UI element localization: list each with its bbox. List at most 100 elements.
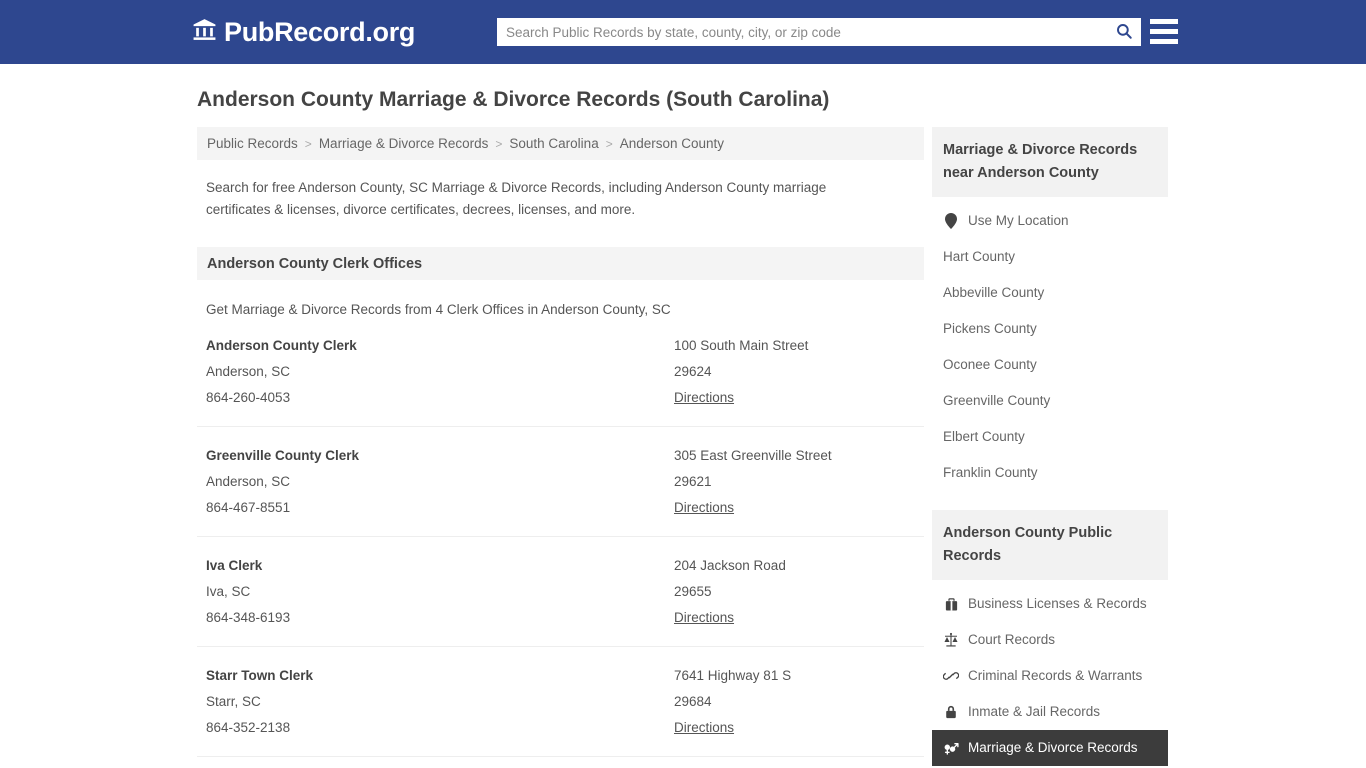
office-zip: 29655 bbox=[674, 584, 712, 600]
briefcase-icon bbox=[943, 596, 959, 612]
sidebar-item-abbeville-county[interactable]: Abbeville County bbox=[932, 275, 1168, 311]
sidebar-public-records-list: Business Licenses & Records Court Record… bbox=[932, 586, 1168, 767]
office-city-state: Starr, SC bbox=[206, 694, 261, 710]
hamburger-bar bbox=[1150, 39, 1178, 44]
office-phone: 864-352-2138 bbox=[206, 720, 291, 736]
entry-primary-column: Greenville County Clerk Anderson, SC 864… bbox=[206, 443, 674, 521]
breadcrumb-item-marriage-divorce-records[interactable]: Marriage & Divorce Records bbox=[319, 136, 489, 151]
entry-primary-column: Starr Town Clerk Starr, SC 864-352-2138 bbox=[206, 663, 674, 741]
sidebar: Marriage & Divorce Records near Anderson… bbox=[932, 127, 1168, 767]
office-zip: 29684 bbox=[674, 694, 712, 710]
table-row: Iva Clerk Iva, SC 864-348-6193 204 Jacks… bbox=[197, 537, 924, 648]
sidebar-item-label: Pickens County bbox=[943, 321, 1037, 337]
hamburger-bar bbox=[1150, 19, 1178, 24]
office-zip: 29621 bbox=[674, 474, 712, 490]
entry-address-column: 100 South Main Street 29624 Directions bbox=[674, 333, 915, 411]
site-logo[interactable]: PubRecord.org bbox=[192, 17, 415, 47]
sidebar-item-pickens-county[interactable]: Pickens County bbox=[932, 311, 1168, 347]
handcuffs-icon bbox=[943, 668, 959, 684]
sidebar-item-franklin-county[interactable]: Franklin County bbox=[932, 455, 1168, 491]
content-columns: Public Records > Marriage & Divorce Reco… bbox=[197, 127, 1366, 768]
sidebar-item-label: Hart County bbox=[943, 249, 1016, 265]
office-zip: 29624 bbox=[674, 364, 712, 380]
sidebar-item-business-licenses[interactable]: Business Licenses & Records bbox=[932, 586, 1168, 622]
gender-symbols-icon bbox=[943, 740, 959, 756]
sidebar-item-label: Marriage & Divorce Records bbox=[968, 740, 1138, 756]
sidebar-item-criminal-records[interactable]: Criminal Records & Warrants bbox=[932, 658, 1168, 694]
breadcrumb-item-south-carolina[interactable]: South Carolina bbox=[509, 136, 598, 151]
sidebar-item-label: Court Records bbox=[968, 632, 1056, 648]
entry-address-column: 305 East Greenville Street 29621 Directi… bbox=[674, 443, 915, 521]
office-street: 100 South Main Street bbox=[674, 338, 809, 354]
entry-primary-column: Iva Clerk Iva, SC 864-348-6193 bbox=[206, 553, 674, 631]
main-content: Public Records > Marriage & Divorce Reco… bbox=[197, 127, 924, 768]
site-logo-text: PubRecord.org bbox=[224, 16, 416, 47]
directions-link[interactable]: Directions bbox=[674, 385, 734, 411]
search-input[interactable] bbox=[497, 18, 1107, 46]
office-street: 305 East Greenville Street bbox=[674, 448, 832, 464]
search-bar[interactable] bbox=[497, 18, 1141, 46]
office-name[interactable]: Starr Town Clerk bbox=[206, 663, 674, 689]
sidebar-item-label: Criminal Records & Warrants bbox=[968, 668, 1143, 684]
bank-institution-icon bbox=[192, 17, 217, 47]
office-city-state: Anderson, SC bbox=[206, 474, 291, 490]
sidebar-item-label: Use My Location bbox=[968, 213, 1069, 229]
table-row: Anderson County Clerk Anderson, SC 864-2… bbox=[197, 317, 924, 428]
section-heading-clerk-offices: Anderson County Clerk Offices bbox=[197, 247, 924, 281]
entry-address-column: 204 Jackson Road 29655 Directions bbox=[674, 553, 915, 631]
page-body: Anderson County Marriage & Divorce Recor… bbox=[0, 64, 1366, 768]
sidebar-item-court-records[interactable]: Court Records bbox=[932, 622, 1168, 658]
table-row: Greenville County Clerk Anderson, SC 864… bbox=[197, 427, 924, 538]
map-pin-icon bbox=[943, 213, 959, 230]
sidebar-item-greenville-county[interactable]: Greenville County bbox=[932, 383, 1168, 419]
sidebar-item-elbert-county[interactable]: Elbert County bbox=[932, 419, 1168, 455]
sidebar-panel-heading-public-records: Anderson County Public Records bbox=[932, 510, 1168, 581]
entry-primary-column: Anderson County Clerk Anderson, SC 864-2… bbox=[206, 333, 674, 411]
breadcrumb-separator: > bbox=[605, 136, 613, 151]
lock-icon bbox=[943, 704, 959, 720]
breadcrumb: Public Records > Marriage & Divorce Reco… bbox=[197, 127, 924, 161]
sidebar-item-label: Abbeville County bbox=[943, 285, 1045, 301]
sidebar-item-label: Inmate & Jail Records bbox=[968, 704, 1101, 720]
breadcrumb-item-public-records[interactable]: Public Records bbox=[207, 136, 298, 151]
office-city-state: Iva, SC bbox=[206, 584, 251, 600]
office-name[interactable]: Greenville County Clerk bbox=[206, 443, 674, 469]
sidebar-item-label: Business Licenses & Records bbox=[968, 596, 1147, 612]
office-street: 7641 Highway 81 S bbox=[674, 668, 792, 684]
breadcrumb-separator: > bbox=[304, 136, 312, 151]
sidebar-item-label: Greenville County bbox=[943, 393, 1051, 409]
site-header: PubRecord.org bbox=[0, 0, 1366, 64]
sidebar-item-oconee-county[interactable]: Oconee County bbox=[932, 347, 1168, 383]
office-name[interactable]: Iva Clerk bbox=[206, 553, 674, 579]
hamburger-bar bbox=[1150, 29, 1178, 34]
breadcrumb-item-anderson-county[interactable]: Anderson County bbox=[620, 136, 724, 151]
office-phone: 864-467-8551 bbox=[206, 500, 291, 516]
search-button[interactable] bbox=[1107, 18, 1141, 46]
sidebar-item-marriage-divorce-records[interactable]: Marriage & Divorce Records bbox=[932, 730, 1168, 767]
office-street: 204 Jackson Road bbox=[674, 558, 786, 574]
section-subtext-clerk-offices: Get Marriage & Divorce Records from 4 Cl… bbox=[206, 302, 671, 318]
directions-link[interactable]: Directions bbox=[674, 605, 734, 631]
hamburger-menu-icon[interactable] bbox=[1150, 19, 1178, 44]
sidebar-divider bbox=[932, 491, 1168, 510]
directions-link[interactable]: Directions bbox=[674, 495, 734, 521]
sidebar-item-use-my-location[interactable]: Use My Location bbox=[932, 203, 1168, 239]
directions-link[interactable]: Directions bbox=[674, 715, 734, 741]
scales-of-justice-icon bbox=[943, 632, 959, 648]
entry-address-column: 7641 Highway 81 S 29684 Directions bbox=[674, 663, 915, 741]
breadcrumb-separator: > bbox=[495, 136, 503, 151]
sidebar-nearby-list: Use My Location Hart County Abbeville Co… bbox=[932, 203, 1168, 491]
office-city-state: Anderson, SC bbox=[206, 364, 291, 380]
office-name[interactable]: Anderson County Clerk bbox=[206, 333, 674, 359]
search-icon bbox=[1115, 22, 1133, 43]
sidebar-item-label: Elbert County bbox=[943, 429, 1025, 445]
office-phone: 864-348-6193 bbox=[206, 610, 291, 626]
sidebar-item-hart-county[interactable]: Hart County bbox=[932, 239, 1168, 275]
sidebar-panel-heading-nearby: Marriage & Divorce Records near Anderson… bbox=[932, 127, 1168, 198]
page-title: Anderson County Marriage & Divorce Recor… bbox=[197, 88, 830, 111]
table-row: Starr Town Clerk Starr, SC 864-352-2138 … bbox=[197, 647, 924, 758]
page-intro-text: Search for free Anderson County, SC Marr… bbox=[206, 180, 827, 218]
sidebar-item-label: Franklin County bbox=[943, 465, 1038, 481]
office-phone: 864-260-4053 bbox=[206, 390, 291, 406]
sidebar-item-inmate-jail-records[interactable]: Inmate & Jail Records bbox=[932, 694, 1168, 730]
